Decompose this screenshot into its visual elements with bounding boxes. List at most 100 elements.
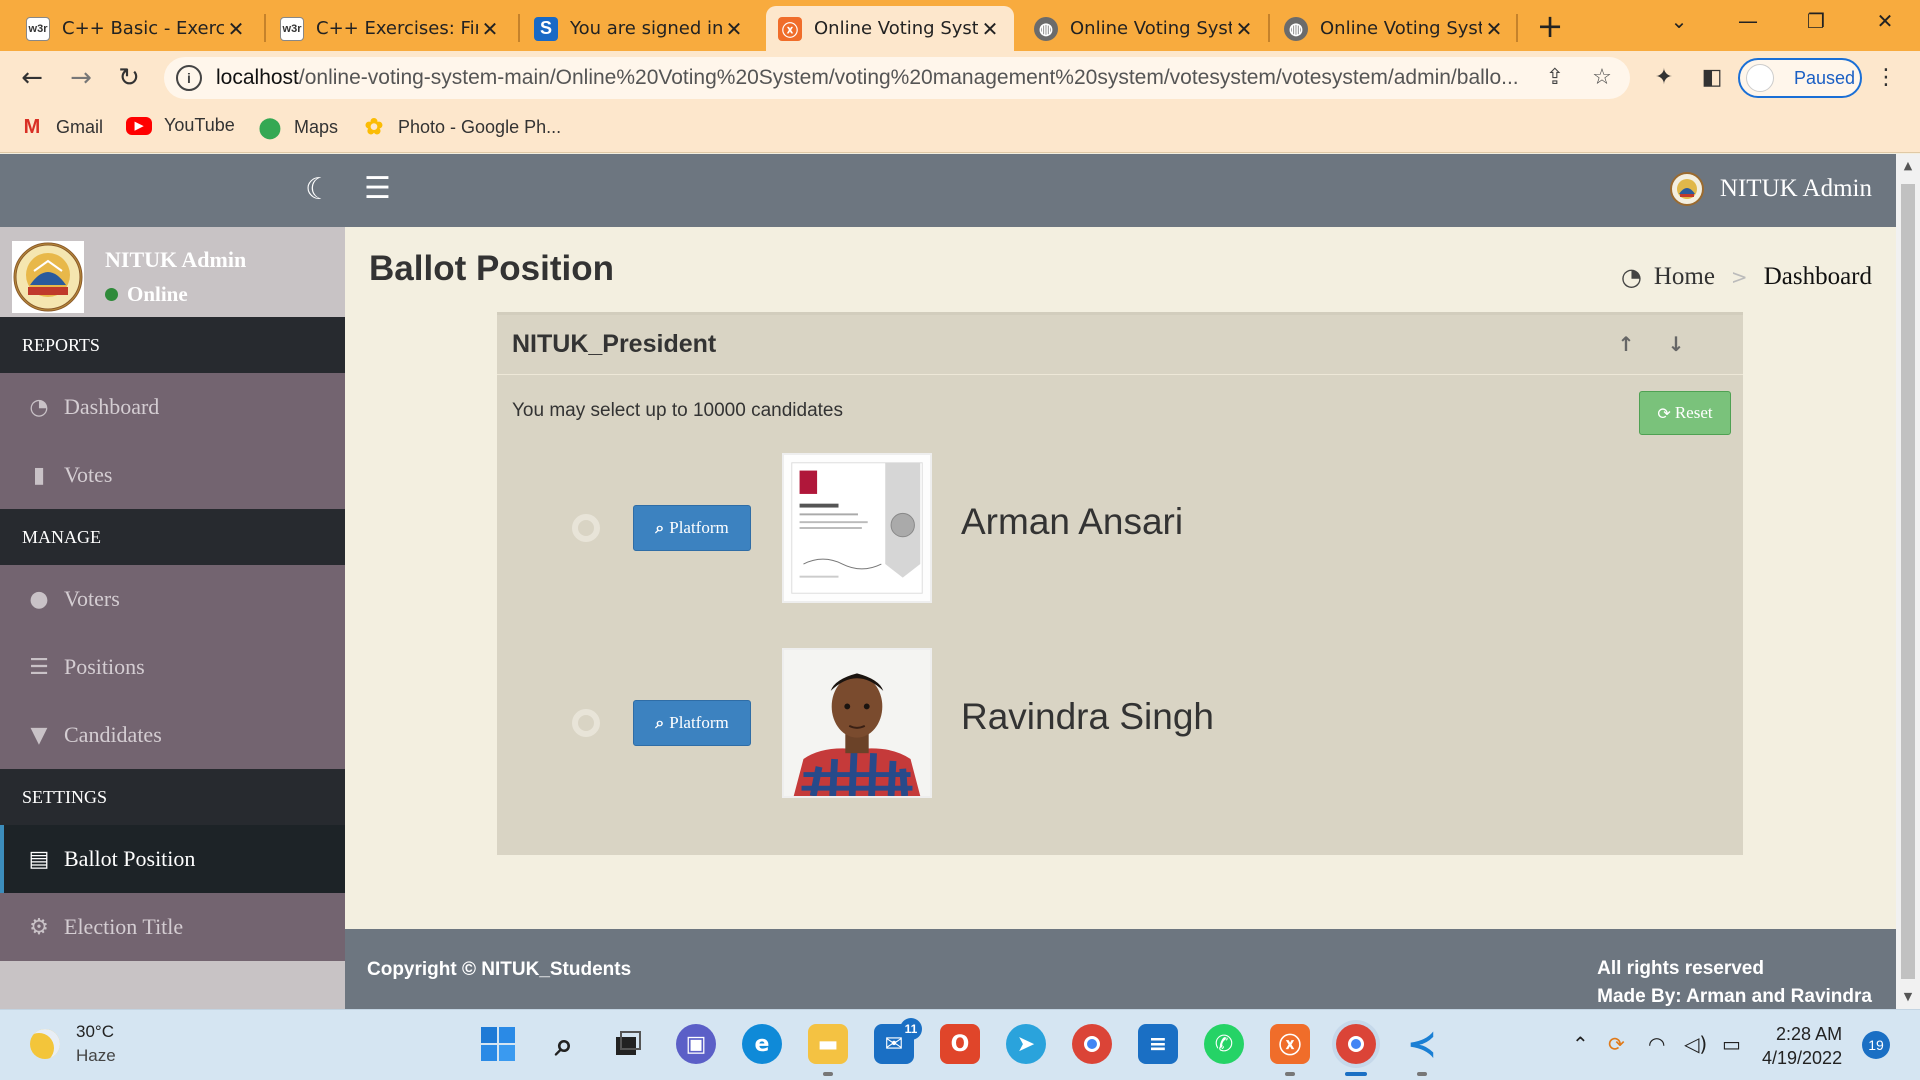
windows-taskbar: 30°C Haze ⌕ ▣ e ▬ ✉ 11 O ➤ ≡ ✆ ⓧ ≺ ⌃ ⟳ ◠ … [0, 1009, 1920, 1080]
minimize-button[interactable]: — [1715, 0, 1781, 42]
page-scrollbar[interactable]: ▲ ▼ [1896, 154, 1920, 1009]
candidate-photo [782, 648, 932, 798]
back-button[interactable]: ← [14, 60, 50, 96]
weather-condition: Haze [76, 1046, 116, 1065]
star-icon[interactable]: ☆ [1587, 63, 1617, 93]
battery-icon[interactable]: ▭ [1722, 1032, 1741, 1056]
scrollbar-thumb[interactable] [1901, 184, 1915, 979]
sidebar-item-votes[interactable]: ▮ Votes [0, 441, 345, 509]
browser-tab[interactable]: w3r C++ Exercises: Find ✕ [268, 6, 514, 51]
sidebar-item-candidates[interactable]: ▼ Candidates [0, 701, 345, 769]
scroll-up-arrow-icon[interactable]: ▲ [1896, 154, 1920, 178]
close-icon[interactable]: ✕ [722, 17, 746, 41]
footer-copyright: Copyright © NITUK_Students [367, 959, 632, 980]
close-icon[interactable]: ✕ [478, 17, 502, 41]
menu-kebab-icon[interactable]: ⋮ [1870, 62, 1902, 94]
url-text[interactable]: localhost/online-voting-system-main/Onli… [216, 66, 1551, 90]
reset-button[interactable]: ⟳ Reset [1639, 391, 1731, 435]
teams-chat-icon[interactable]: ▣ [676, 1024, 716, 1064]
share-icon[interactable]: ⇪ [1540, 63, 1570, 93]
sync-icon[interactable]: ⟳ [1608, 1032, 1625, 1056]
notepad-icon[interactable]: ≡ [1138, 1024, 1178, 1064]
candidate-radio[interactable] [572, 514, 600, 542]
nituk-logo [1669, 172, 1704, 206]
platform-label: Platform [669, 713, 729, 732]
bookmark-google-photos[interactable]: ✿ Photo - Google Ph... [362, 114, 561, 139]
browser-tab[interactable]: w3r C++ Basic - Exercis ✕ [14, 6, 260, 51]
platform-button[interactable]: ⌕ Platform [633, 700, 751, 746]
browser-tab[interactable]: ◍ Online Voting Syste ✕ [1022, 6, 1268, 51]
youtube-icon: ▶ [126, 116, 152, 135]
search-icon[interactable]: ⌕ [544, 1024, 584, 1064]
bookmark-maps[interactable]: ⬤ Maps [258, 115, 338, 139]
sidebar-item-election-title[interactable]: ⚙ Election Title [0, 893, 345, 961]
sidebar-item-ballot-position[interactable]: ▤ Ballot Position [0, 825, 345, 893]
sidebar-item-voters[interactable]: ● Voters [0, 565, 345, 633]
chrome-icon[interactable] [1072, 1024, 1112, 1064]
tab-title: Online Voting Syste [814, 18, 978, 39]
bookmark-gmail[interactable]: M Gmail [20, 115, 103, 139]
reload-button[interactable]: ↻ [111, 60, 147, 96]
dark-mode-moon-icon[interactable]: ☾ [305, 172, 332, 207]
close-icon[interactable]: ✕ [1482, 17, 1506, 41]
system-clock[interactable]: 2:28 AM 4/19/2022 [1762, 1022, 1842, 1070]
w3resource-icon: w3r [280, 16, 304, 41]
bookmarks-bar: M Gmail ▶ YouTube ⬤ Maps ✿ Photo - Googl… [0, 105, 1920, 153]
gmail-icon: M [23, 115, 41, 138]
browser-tab[interactable]: ◍ Online Voting Syste ✕ [1272, 6, 1518, 51]
platform-button[interactable]: ⌕ Platform [633, 505, 751, 551]
user-menu[interactable]: NITUK Admin [1669, 172, 1872, 206]
tray-chevron-up-icon[interactable]: ⌃ [1572, 1032, 1589, 1056]
forward-button[interactable]: → [63, 60, 99, 96]
new-tab-button[interactable]: + [1530, 8, 1570, 44]
sidebar-toggle-hamburger-icon[interactable]: ☰ [364, 171, 391, 206]
vscode-icon[interactable]: ≺ [1402, 1024, 1442, 1065]
sidebar-item-positions[interactable]: ☰ Positions [0, 633, 345, 701]
weather-widget[interactable]: 30°C Haze [30, 1022, 116, 1066]
profile-button[interactable]: Paused [1738, 58, 1862, 98]
telegram-icon[interactable]: ➤ [1006, 1024, 1046, 1064]
selection-instruction: You may select up to 10000 candidates [512, 400, 843, 421]
online-dot-icon [105, 288, 118, 301]
mail-icon[interactable]: ✉ 11 [874, 1018, 922, 1064]
side-panel-icon[interactable]: ◧ [1696, 62, 1728, 94]
close-icon[interactable]: ✕ [978, 17, 1002, 41]
browser-tab-active[interactable]: ⓧ Online Voting Syste ✕ [766, 6, 1014, 51]
tab-title: C++ Exercises: Find [316, 18, 478, 39]
url-path: /online-voting-system-main/Online%20Voti… [298, 66, 1519, 89]
chrome-active-icon[interactable] [1336, 1024, 1376, 1064]
close-icon[interactable]: ✕ [1232, 17, 1256, 41]
task-view-icon[interactable] [608, 1024, 648, 1064]
whatsapp-icon[interactable]: ✆ [1204, 1024, 1244, 1064]
candidate-photo [782, 453, 932, 603]
move-down-arrow-icon[interactable]: ↓ [1661, 329, 1691, 359]
running-indicator-active [1345, 1072, 1367, 1076]
scroll-down-arrow-icon[interactable]: ▼ [1896, 985, 1920, 1009]
profile-status: Paused [1794, 67, 1856, 88]
office-icon[interactable]: O [940, 1024, 980, 1064]
breadcrumb-home-link[interactable]: Home [1654, 263, 1715, 291]
address-bar[interactable]: i localhost/online-voting-system-main/On… [164, 57, 1630, 99]
browser-tab[interactable]: S You are signed in a ✕ [522, 6, 758, 51]
close-icon[interactable]: ✕ [224, 17, 248, 41]
move-up-arrow-icon[interactable]: ↑ [1611, 329, 1641, 359]
wifi-icon[interactable]: ◠ [1648, 1032, 1665, 1056]
xampp-icon[interactable]: ⓧ [1270, 1024, 1310, 1064]
sidebar-item-dashboard[interactable]: ◔ Dashboard [0, 373, 345, 441]
sidebar-item-label: Election Title [64, 914, 184, 939]
bookmark-youtube[interactable]: ▶ YouTube [126, 115, 235, 136]
candidate-radio[interactable] [572, 709, 600, 737]
notification-badge[interactable]: 19 [1862, 1031, 1890, 1059]
w3resource-icon: w3r [26, 16, 50, 41]
tab-separator [1268, 14, 1270, 42]
close-window-button[interactable]: ✕ [1852, 0, 1918, 42]
tab-search-chevron-icon[interactable]: ⌄ [1646, 0, 1712, 42]
info-icon[interactable]: i [176, 65, 202, 91]
volume-icon[interactable]: ◁) [1684, 1032, 1707, 1056]
user-panel: NITUK Admin Online [0, 227, 345, 317]
edge-icon[interactable]: e [742, 1024, 782, 1064]
extensions-puzzle-icon[interactable]: ✦ [1648, 62, 1680, 94]
windows-start-icon[interactable] [478, 1024, 518, 1064]
restore-button[interactable]: ❐ [1783, 0, 1849, 42]
file-explorer-icon[interactable]: ▬ [808, 1024, 848, 1064]
